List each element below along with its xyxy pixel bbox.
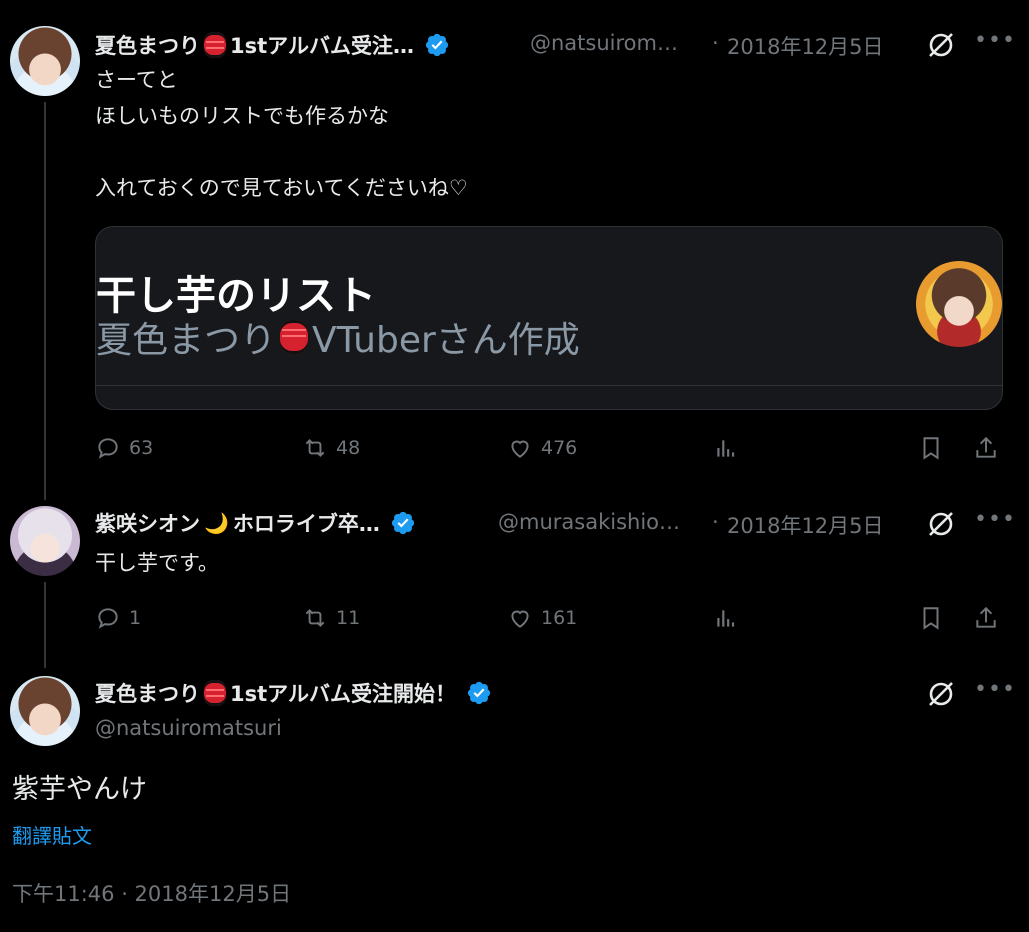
avatar[interactable] <box>10 676 80 746</box>
user-handle[interactable]: @natsuiromatsuri <box>95 716 282 740</box>
thread-connector-line <box>44 582 46 668</box>
card-thumbnail <box>916 261 1002 347</box>
avatar[interactable] <box>10 506 80 576</box>
reply-button[interactable]: 1 <box>95 605 141 631</box>
tweet-text: 紫芋やんけ <box>12 774 147 805</box>
tweet-date[interactable]: 2018年12月5日 <box>727 510 884 540</box>
views-button[interactable] <box>713 435 739 461</box>
tweet-date[interactable]: 2018年12月5日 <box>727 31 884 61</box>
verified-badge-icon <box>424 32 450 58</box>
like-icon <box>511 610 529 628</box>
card-divider <box>96 385 1002 386</box>
grok-icon[interactable] <box>926 30 956 60</box>
crescent-moon-emoji-icon: 🌙 <box>204 511 229 535</box>
views-button[interactable] <box>713 605 739 631</box>
tweet-text: さーてと ほしいものリストでも作るかな 入れておくので見ておいてくださいね♡ <box>95 68 468 200</box>
separator-dot: · <box>712 31 719 55</box>
lantern-emoji-icon <box>204 32 226 58</box>
thread-connector-line <box>44 102 46 500</box>
share-button[interactable] <box>973 605 999 631</box>
views-icon <box>717 440 735 457</box>
more-icon[interactable]: ••• <box>974 677 1016 702</box>
lantern-emoji-icon <box>204 680 226 706</box>
avatar[interactable] <box>10 26 80 96</box>
more-icon[interactable]: ••• <box>974 507 1016 532</box>
share-icon <box>976 436 996 458</box>
card-subtitle: 夏色まつり VTuberさん作成 <box>96 320 580 361</box>
like-icon <box>511 440 529 458</box>
like-button[interactable]: 476 <box>507 435 577 461</box>
tweet-timestamp[interactable]: 下午11:46 · 2018年12月5日 <box>12 878 291 908</box>
share-button[interactable] <box>973 435 999 461</box>
verified-badge-icon <box>390 510 416 536</box>
grok-icon[interactable] <box>926 509 956 539</box>
bookmark-icon <box>923 437 939 460</box>
more-icon[interactable]: ••• <box>974 28 1016 53</box>
views-icon <box>717 610 735 627</box>
like-button[interactable]: 161 <box>507 605 577 631</box>
display-name[interactable]: 夏色まつり 1stアルバム受注… <box>95 30 450 60</box>
user-handle[interactable]: @murasakishio… <box>498 510 680 534</box>
repost-button[interactable]: 11 <box>302 605 360 631</box>
repost-button[interactable]: 48 <box>302 435 360 461</box>
repost-icon <box>305 439 325 457</box>
display-name[interactable]: 紫咲シオン 🌙 ホロライブ卒… <box>95 508 416 538</box>
grok-icon[interactable] <box>926 679 956 709</box>
reply-button[interactable]: 63 <box>95 435 153 461</box>
lantern-emoji-icon <box>280 320 309 354</box>
verified-badge-icon <box>466 680 492 706</box>
reply-icon <box>98 608 118 629</box>
share-icon <box>976 606 996 628</box>
link-card[interactable]: 干し芋のリスト 夏色まつり VTuberさん作成 <box>95 226 1003 410</box>
tweet-text: 干し芋です。 <box>95 551 219 575</box>
separator-dot: · <box>712 510 719 534</box>
bookmark-button[interactable] <box>918 435 944 461</box>
repost-icon <box>305 609 325 627</box>
translate-link[interactable]: 翻譯貼文 <box>12 820 92 849</box>
bookmark-icon <box>923 607 939 630</box>
bookmark-button[interactable] <box>918 605 944 631</box>
reply-icon <box>98 438 118 459</box>
user-handle[interactable]: @natsuirom… <box>530 31 678 55</box>
display-name[interactable]: 夏色まつり 1stアルバム受注開始！ <box>95 678 492 708</box>
